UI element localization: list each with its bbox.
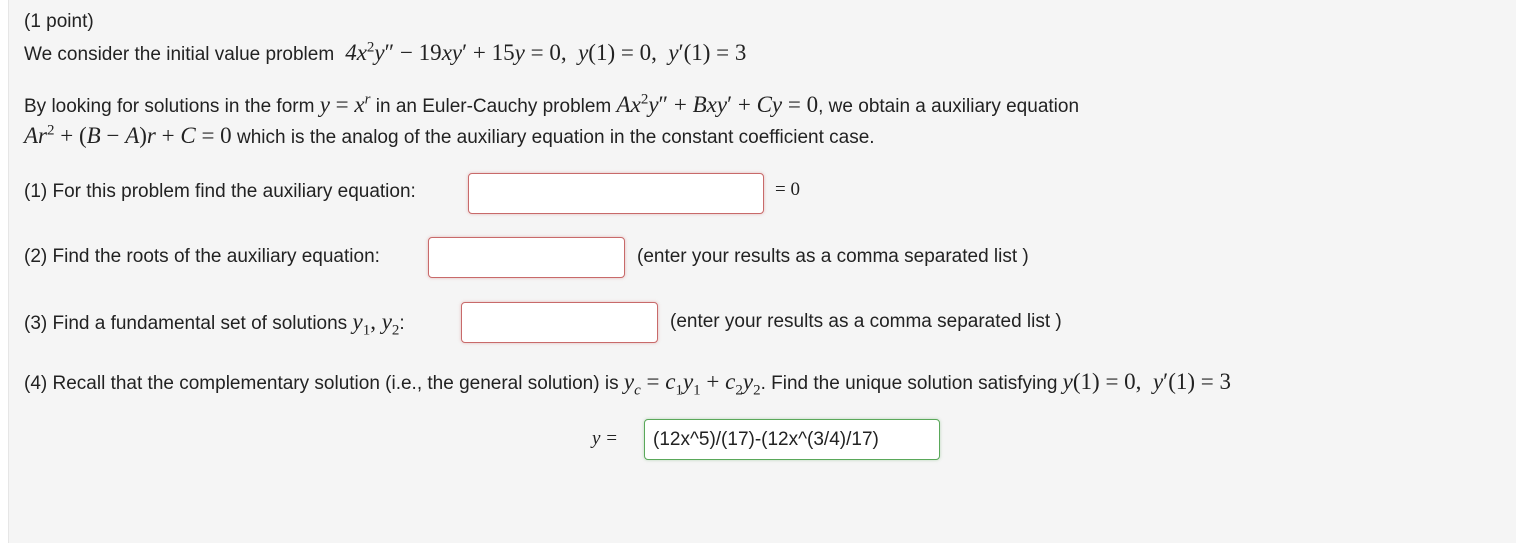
euler-cauchy-math: Ax2y″ + Bxy′ + Cy = 0 xyxy=(616,91,819,117)
initial-conditions-math: y(1) = 0, y′(1) = 3 xyxy=(1062,369,1231,394)
explanation-text-c: , we obtain a auxiliary equation xyxy=(818,96,1080,117)
roots-input[interactable] xyxy=(428,237,625,278)
q4-label-a: (4) Recall that the complementary soluti… xyxy=(24,373,619,394)
q1-label: (1) For this problem find the auxiliary … xyxy=(24,181,416,202)
q2-hint: (enter your results as a comma separated… xyxy=(637,246,1029,267)
y-equals-label: y = xyxy=(592,428,619,449)
explanation-line-2: Ar2 + (B − A)r + C = 0 which is the anal… xyxy=(24,122,875,150)
trial-solution-math: y = xr xyxy=(319,91,371,117)
ivp-equation: 4x2y″ − 19xy′ + 15y = 0, y(1) = 0, y′(1)… xyxy=(345,39,747,65)
q4-line: (4) Recall that the complementary soluti… xyxy=(24,369,1231,399)
q3-label: (3) Find a fundamental set of solutions xyxy=(24,313,348,334)
explanation-text-d: which is the analog of the auxiliary equ… xyxy=(236,127,875,148)
points-label: (1 point) xyxy=(24,11,94,32)
q3-hint: (enter your results as a comma separated… xyxy=(670,311,1062,332)
auxiliary-equation-input[interactable] xyxy=(468,173,764,214)
explanation-text-b: in an Euler-Cauchy problem xyxy=(375,96,612,117)
unique-solution-input[interactable]: (12x^5)/(17)-(12x^(3/4)/17) xyxy=(644,419,940,460)
y1-y2-math: y1, y2 xyxy=(352,309,400,339)
explanation-line-1: By looking for solutions in the form y =… xyxy=(24,91,1080,119)
q4-label-b: . Find the unique solution satisfying xyxy=(760,373,1058,394)
fundamental-set-input[interactable] xyxy=(461,302,658,343)
q3-line: (3) Find a fundamental set of solutions … xyxy=(24,309,405,339)
problem-panel: (1 point) We consider the initial value … xyxy=(8,0,1516,543)
intro-text: We consider the initial value problem xyxy=(24,44,335,65)
q2-label: (2) Find the roots of the auxiliary equa… xyxy=(24,246,380,267)
equals-zero-label: = 0 xyxy=(775,179,800,200)
explanation-text-a: By looking for solutions in the form xyxy=(24,96,315,117)
complementary-solution-math: yc = c1y1 + c2y2 xyxy=(623,369,761,399)
aux-equation-math: Ar2 + (B − A)r + C = 0 xyxy=(24,122,232,148)
intro-line: We consider the initial value problem 4x… xyxy=(24,39,747,67)
